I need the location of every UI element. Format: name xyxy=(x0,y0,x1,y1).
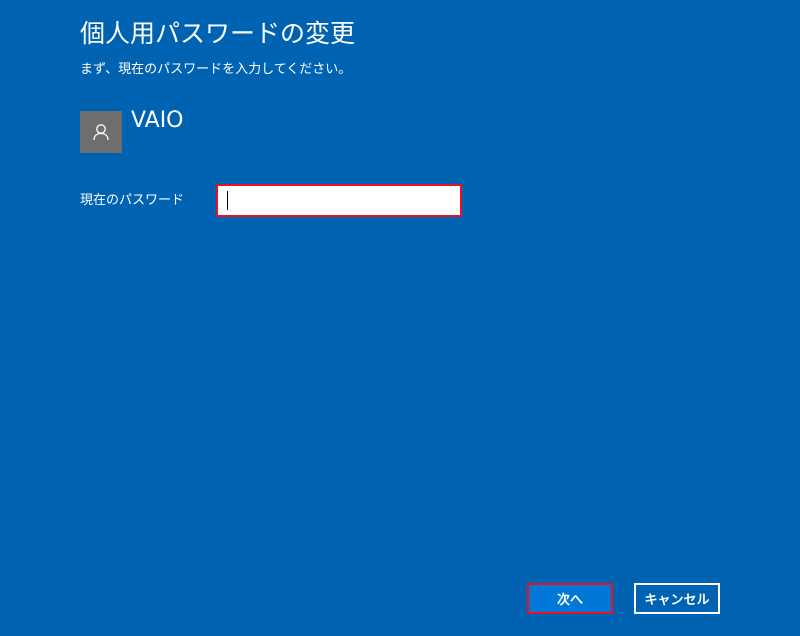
avatar xyxy=(80,111,122,153)
current-password-input[interactable] xyxy=(216,184,462,217)
page-title: 個人用パスワードの変更 xyxy=(80,19,356,48)
cancel-button-label: キャンセル xyxy=(644,593,710,608)
page-subtitle: まず、現在のパスワードを入力してください。 xyxy=(80,62,352,77)
cancel-button[interactable]: キャンセル xyxy=(634,583,720,614)
current-password-label: 現在のパスワード xyxy=(80,193,185,208)
text-caret xyxy=(227,191,228,210)
next-button-label: 次へ xyxy=(556,593,583,608)
user-icon xyxy=(93,124,109,141)
username: VAIO xyxy=(131,108,184,133)
next-button[interactable]: 次へ xyxy=(527,583,613,614)
